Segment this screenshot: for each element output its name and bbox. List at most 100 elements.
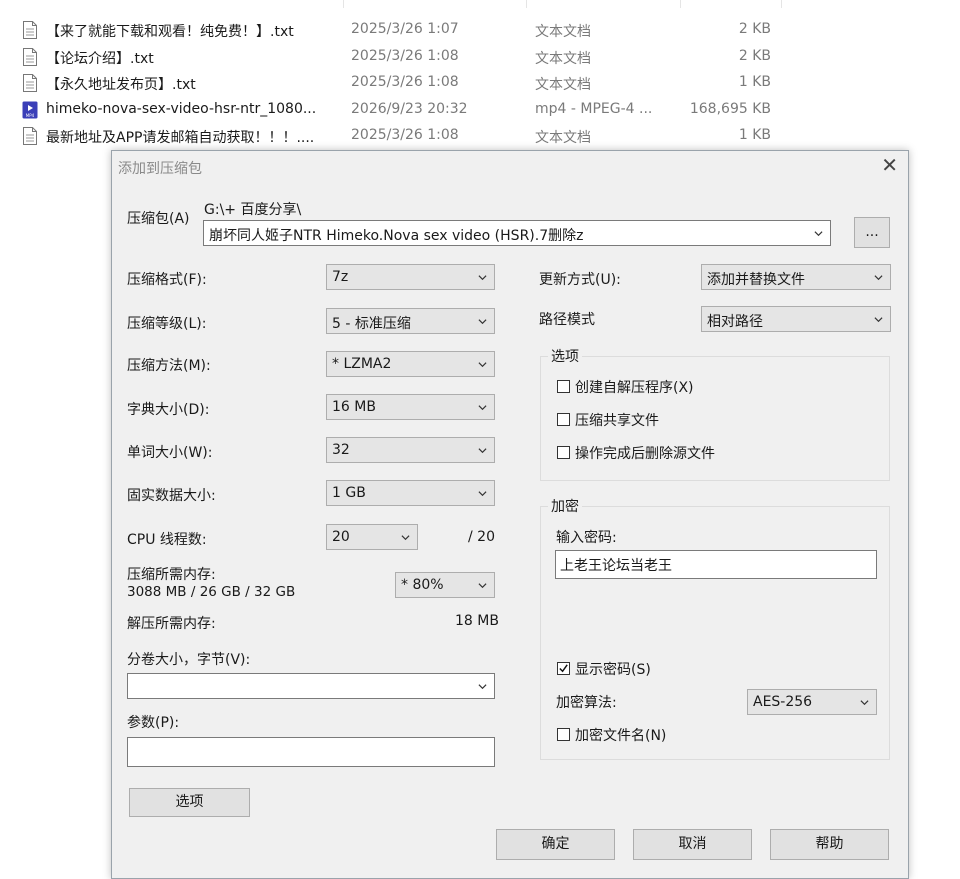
chevron-down-icon — [478, 448, 487, 454]
column-separator — [343, 0, 344, 8]
solid-value: 1 GB — [332, 485, 366, 501]
file-date: 2026/9/23 20:32 — [351, 101, 468, 117]
file-row[interactable]: 最新地址及APP请发邮箱自动获取！！！.... 2025/3/26 1:08 文本文… — [0, 123, 960, 149]
svg-text:MP4: MP4 — [26, 113, 35, 118]
cpu-max: / 20 — [468, 529, 495, 545]
file-size: 1 KB — [738, 127, 771, 143]
help-button[interactable]: 帮助 — [770, 829, 889, 860]
show-password-label: 显示密码(S) — [575, 662, 651, 678]
path-label: 路径模式 — [539, 312, 595, 328]
format-select[interactable]: 7z — [326, 264, 495, 290]
file-type: 文本文档 — [535, 51, 591, 67]
word-label: 单词大小(W): — [127, 445, 213, 461]
method-label: 压缩方法(M): — [127, 358, 211, 374]
word-value: 32 — [332, 442, 350, 458]
chevron-down-icon — [814, 231, 823, 237]
options-button[interactable]: 选项 — [129, 788, 250, 817]
dialog-title: 添加到压缩包 — [118, 161, 202, 177]
enc-method-select[interactable]: AES-256 — [747, 689, 877, 715]
update-label: 更新方式(U): — [539, 272, 621, 288]
params-input[interactable] — [127, 737, 495, 767]
archive-name-combo[interactable]: 崩坏同人姬子NTR Himeko.Nova sex video (HSR).7删… — [203, 220, 831, 246]
params-label: 参数(P): — [127, 715, 180, 731]
chevron-down-icon — [478, 405, 487, 411]
cpu-label: CPU 线程数: — [127, 532, 207, 548]
text-file-icon — [22, 48, 38, 66]
column-separator — [526, 0, 527, 8]
password-value: 上老王论坛当老王 — [560, 558, 672, 574]
file-name: 最新地址及APP请发邮箱自动获取！！！.... — [46, 130, 315, 146]
level-label: 压缩等级(L): — [127, 316, 207, 332]
password-input[interactable]: 上老王论坛当老王 — [555, 550, 877, 579]
column-separator — [680, 0, 681, 8]
mem-label: 压缩所需内存: — [127, 567, 216, 583]
format-value: 7z — [332, 269, 349, 285]
volume-label: 分卷大小，字节(V): — [127, 652, 251, 668]
path-select[interactable]: 相对路径 — [701, 306, 891, 332]
file-date: 2025/3/26 1:08 — [351, 127, 459, 143]
level-value: 5 - 标准压缩 — [332, 316, 411, 332]
ok-button[interactable]: 确定 — [496, 829, 615, 860]
update-select[interactable]: 添加并替换文件 — [701, 264, 891, 290]
mem-percent-select[interactable]: * 80% — [395, 572, 495, 598]
sfx-checkbox[interactable] — [557, 380, 570, 393]
chevron-down-icon — [478, 583, 487, 589]
file-size: 1 KB — [738, 74, 771, 90]
level-select[interactable]: 5 - 标准压缩 — [326, 308, 495, 334]
enc-method-label: 加密算法: — [556, 695, 617, 711]
chevron-down-icon — [401, 535, 410, 541]
cancel-button[interactable]: 取消 — [633, 829, 752, 860]
file-date: 2025/3/26 1:07 — [351, 21, 459, 37]
file-row[interactable]: 【论坛介绍】.txt 2025/3/26 1:08 文本文档 2 KB — [0, 44, 960, 70]
chevron-down-icon — [478, 684, 487, 690]
delete-source-checkbox[interactable] — [557, 446, 570, 459]
method-select[interactable]: * LZMA2 — [326, 351, 495, 377]
cpu-select[interactable]: 20 — [326, 524, 418, 550]
close-icon[interactable]: ✕ — [881, 153, 898, 177]
password-label: 输入密码: — [556, 530, 617, 546]
volume-select[interactable] — [127, 673, 495, 699]
file-type: 文本文档 — [535, 130, 591, 146]
dict-select[interactable]: 16 MB — [326, 394, 495, 420]
file-row[interactable]: 【永久地址发布页】.txt 2025/3/26 1:08 文本文档 1 KB — [0, 70, 960, 96]
shared-files-label: 压缩共享文件 — [575, 413, 659, 429]
cpu-value: 20 — [332, 529, 350, 545]
decomp-label: 解压所需内存: — [127, 616, 216, 632]
chevron-down-icon — [874, 275, 883, 281]
file-name: 【来了就能下载和观看！纯免费！】.txt — [46, 24, 294, 40]
browse-button[interactable]: ... — [854, 217, 890, 248]
show-password-checkbox[interactable] — [557, 662, 570, 675]
word-select[interactable]: 32 — [326, 437, 495, 463]
format-label: 压缩格式(F): — [127, 272, 207, 288]
file-type: 文本文档 — [535, 24, 591, 40]
options-group-title: 选项 — [548, 346, 582, 366]
checkmark-icon — [559, 664, 568, 673]
path-value: 相对路径 — [707, 314, 763, 330]
add-to-archive-dialog: 添加到压缩包 ✕ 压缩包(A) G:\+ 百度分享\ 崩坏同人姬子NTR Him… — [111, 150, 909, 879]
file-size: 2 KB — [738, 21, 771, 37]
archive-label: 压缩包(A) — [127, 211, 190, 227]
file-type: 文本文档 — [535, 77, 591, 93]
file-row[interactable]: 【来了就能下载和观看！纯免费！】.txt 2025/3/26 1:07 文本文档 2 … — [0, 17, 960, 43]
file-name: 【永久地址发布页】.txt — [46, 77, 196, 93]
update-value: 添加并替换文件 — [707, 272, 805, 288]
shared-files-checkbox[interactable] — [557, 413, 570, 426]
sfx-label: 创建自解压程序(X) — [575, 380, 694, 396]
enc-method-value: AES-256 — [753, 694, 813, 710]
file-name: himeko-nova-sex-video-hsr-ntr_1080... — [46, 101, 317, 117]
chevron-down-icon — [478, 275, 487, 281]
text-file-icon — [22, 74, 38, 92]
encrypt-names-checkbox[interactable] — [557, 728, 570, 741]
file-date: 2025/3/26 1:08 — [351, 48, 459, 64]
method-value: * LZMA2 — [332, 356, 392, 372]
encrypt-names-label: 加密文件名(N) — [575, 728, 667, 744]
dict-value: 16 MB — [332, 399, 376, 415]
file-size: 168,695 KB — [689, 101, 771, 117]
archive-name-value: 崩坏同人姬子NTR Himeko.Nova sex video (HSR).7删… — [209, 228, 584, 244]
column-separator — [781, 0, 782, 8]
chevron-down-icon — [874, 317, 883, 323]
solid-select[interactable]: 1 GB — [326, 480, 495, 506]
file-date: 2025/3/26 1:08 — [351, 74, 459, 90]
file-row[interactable]: MP4 himeko-nova-sex-video-hsr-ntr_1080...… — [0, 97, 960, 123]
mem-value: 3088 MB / 26 GB / 32 GB — [127, 584, 296, 600]
